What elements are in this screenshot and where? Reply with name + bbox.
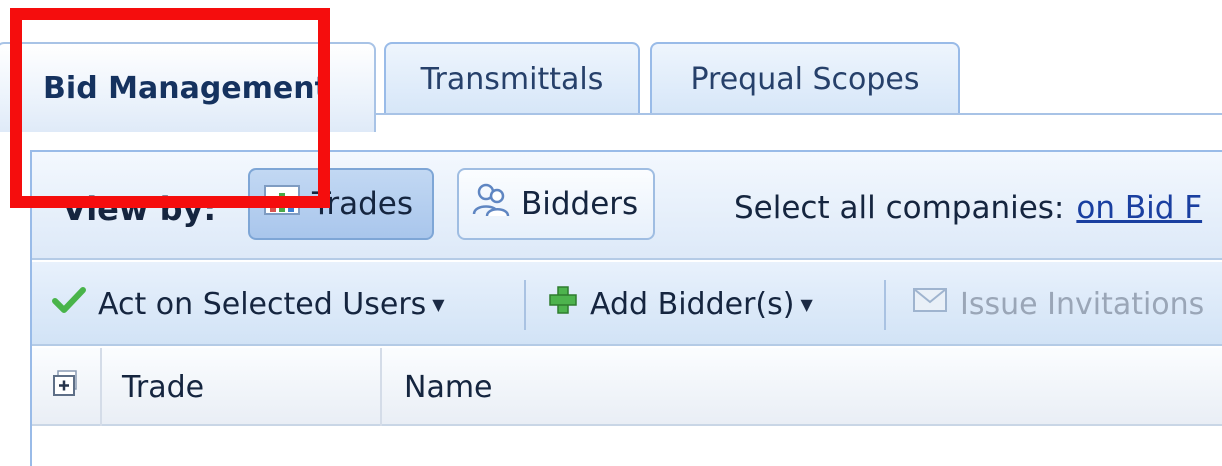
- bidders-toggle-button[interactable]: Bidders: [457, 168, 655, 240]
- toolbar-separator: [884, 280, 886, 330]
- act-on-selected-users-button[interactable]: Act on Selected Users ▼: [52, 282, 445, 326]
- plus-icon: [548, 285, 578, 323]
- issue-invitations-button[interactable]: Issue Invitations: [912, 282, 1204, 326]
- tab-transmittals[interactable]: Transmittals: [384, 42, 640, 115]
- add-bidders-button[interactable]: Add Bidder(s) ▼: [548, 282, 813, 326]
- column-header-trade[interactable]: Trade: [102, 348, 382, 426]
- tab-label: Prequal Scopes: [690, 62, 920, 97]
- tab-strip: Bid Management Transmittals Prequal Scop…: [0, 0, 1222, 132]
- expand-all-icon[interactable]: [52, 369, 80, 405]
- column-header-label: Name: [404, 369, 493, 405]
- bidders-label: Bidders: [521, 186, 639, 222]
- users-icon: [471, 180, 511, 228]
- view-by-label: View by:: [62, 190, 217, 228]
- action-toolbar: Act on Selected Users ▼ Add Bidder(s) ▼ …: [32, 262, 1222, 346]
- toolbar-separator: [524, 280, 526, 330]
- checkmark-icon: [52, 285, 86, 323]
- act-on-selected-label: Act on Selected Users: [98, 286, 427, 322]
- issue-invitations-label: Issue Invitations: [960, 286, 1205, 322]
- trades-label: Trades: [312, 186, 414, 222]
- grid-body: [32, 428, 1222, 466]
- tab-bid-management[interactable]: Bid Management: [0, 42, 376, 132]
- bar-chart-icon: [262, 182, 302, 226]
- select-all-companies: Select all companies: on Bid F: [734, 190, 1202, 226]
- tab-prequal-scopes[interactable]: Prequal Scopes: [650, 42, 960, 115]
- chevron-down-icon: ▼: [800, 294, 813, 314]
- column-header-label: Trade: [122, 369, 205, 405]
- expand-all-column[interactable]: [32, 348, 102, 426]
- column-header-name[interactable]: Name: [382, 348, 982, 426]
- tab-label: Bid Management: [43, 70, 329, 106]
- tab-label: Transmittals: [420, 62, 604, 97]
- select-all-link[interactable]: on Bid F: [1076, 190, 1202, 226]
- envelope-icon: [912, 286, 948, 322]
- select-all-label: Select all companies:: [734, 190, 1065, 226]
- trades-toggle-button[interactable]: Trades: [248, 168, 434, 240]
- grid-header: Trade Name: [32, 348, 1222, 426]
- chevron-down-icon: ▼: [432, 294, 445, 314]
- add-bidders-label: Add Bidder(s): [590, 286, 795, 322]
- view-by-toolbar: View by: Trades Bidders Select all compa…: [32, 152, 1222, 260]
